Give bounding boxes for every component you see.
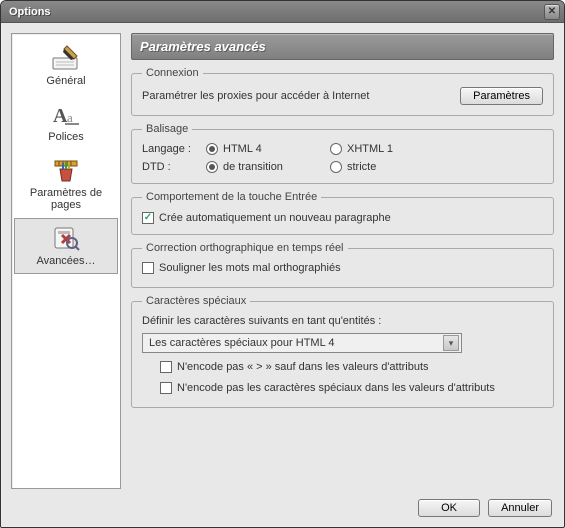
sidebar-item-general[interactable]: Général bbox=[14, 38, 118, 94]
checkbox-icon bbox=[160, 361, 172, 373]
legend-enter: Comportement de la touche Entrée bbox=[142, 191, 321, 203]
sidebar-item-label: Général bbox=[46, 75, 85, 87]
check-no-encode-attrs[interactable]: N'encode pas les caractères spéciaux dan… bbox=[160, 382, 495, 394]
connexion-desc: Paramétrer les proxies pour accéder à In… bbox=[142, 90, 369, 102]
tools-icon bbox=[48, 223, 84, 253]
footer: OK Annuler bbox=[11, 497, 554, 517]
group-spellcheck: Correction orthographique en temps réel … bbox=[131, 242, 554, 288]
options-window: Options ✕ Général bbox=[0, 0, 565, 528]
font-icon: A a bbox=[48, 99, 84, 129]
check-no-encode-gt[interactable]: N'encode pas « > » sauf dans les valeurs… bbox=[160, 361, 429, 373]
chars-desc: Définir les caractères suivants en tant … bbox=[142, 315, 543, 327]
sidebar-item-label: Polices bbox=[48, 131, 83, 143]
legend-balisage: Balisage bbox=[142, 123, 192, 135]
checkbox-icon bbox=[142, 262, 154, 274]
page-title-box: Paramètres avancés bbox=[131, 33, 554, 60]
radio-xhtml1[interactable]: XHTML 1 bbox=[330, 143, 393, 155]
check-label: N'encode pas « > » sauf dans les valeurs… bbox=[177, 361, 429, 373]
radio-label: XHTML 1 bbox=[347, 143, 393, 155]
titlebar: Options ✕ bbox=[1, 1, 564, 23]
sidebar-item-label: Paramètres de pages bbox=[17, 187, 115, 211]
radio-transition[interactable]: de transition bbox=[206, 161, 316, 173]
pencil-pad-icon bbox=[48, 43, 84, 73]
window-body: Général A a Polices bbox=[1, 23, 564, 527]
sidebar-item-advanced[interactable]: Avancées… bbox=[14, 218, 118, 274]
check-label: N'encode pas les caractères spéciaux dan… bbox=[177, 382, 495, 394]
checkbox-icon bbox=[160, 382, 172, 394]
sidebar-item-label: Avancées… bbox=[36, 255, 95, 267]
page-title: Paramètres avancés bbox=[140, 39, 266, 54]
radio-icon bbox=[330, 161, 342, 173]
dtd-label: DTD : bbox=[142, 161, 198, 173]
content-pane: Paramètres avancés Connexion Paramétrer … bbox=[131, 33, 554, 489]
sidebar: Général A a Polices bbox=[11, 33, 121, 489]
group-balisage: Balisage Langage : HTML 4 XHTML 1 bbox=[131, 123, 554, 184]
ok-button[interactable]: OK bbox=[418, 499, 480, 517]
legend-chars: Caractères spéciaux bbox=[142, 295, 250, 307]
main-area: Général A a Polices bbox=[11, 33, 554, 489]
group-special-chars: Caractères spéciaux Définir les caractèr… bbox=[131, 295, 554, 408]
window-title: Options bbox=[9, 6, 544, 18]
radio-label: HTML 4 bbox=[223, 143, 262, 155]
check-underline-misspelled[interactable]: Souligner les mots mal orthographiés bbox=[142, 262, 341, 274]
legend-spell: Correction orthographique en temps réel bbox=[142, 242, 348, 254]
cancel-button[interactable]: Annuler bbox=[488, 499, 552, 517]
radio-icon bbox=[206, 143, 218, 155]
sidebar-item-fonts[interactable]: A a Polices bbox=[14, 94, 118, 150]
group-enter-key: Comportement de la touche Entrée Crée au… bbox=[131, 191, 554, 235]
ruler-cup-icon bbox=[48, 155, 84, 185]
check-label: Souligner les mots mal orthographiés bbox=[159, 262, 341, 274]
check-label: Crée automatiquement un nouveau paragrap… bbox=[159, 212, 391, 224]
sidebar-item-page-settings[interactable]: Paramètres de pages bbox=[14, 150, 118, 218]
chevron-down-icon: ▾ bbox=[443, 335, 459, 351]
radio-label: stricte bbox=[347, 161, 376, 173]
select-value: Les caractères spéciaux pour HTML 4 bbox=[149, 337, 334, 349]
radio-label: de transition bbox=[223, 161, 283, 173]
legend-connexion: Connexion bbox=[142, 67, 203, 79]
check-auto-paragraph[interactable]: Crée automatiquement un nouveau paragrap… bbox=[142, 212, 391, 224]
group-connexion: Connexion Paramétrer les proxies pour ac… bbox=[131, 67, 554, 116]
proxy-settings-button[interactable]: Paramètres bbox=[460, 87, 543, 105]
radio-icon bbox=[206, 161, 218, 173]
svg-text:a: a bbox=[67, 110, 73, 125]
radio-html4[interactable]: HTML 4 bbox=[206, 143, 316, 155]
close-icon[interactable]: ✕ bbox=[544, 4, 560, 20]
radio-icon bbox=[330, 143, 342, 155]
lang-label: Langage : bbox=[142, 143, 198, 155]
checkbox-icon bbox=[142, 212, 154, 224]
radio-stricte[interactable]: stricte bbox=[330, 161, 376, 173]
chars-select[interactable]: Les caractères spéciaux pour HTML 4 ▾ bbox=[142, 333, 462, 353]
